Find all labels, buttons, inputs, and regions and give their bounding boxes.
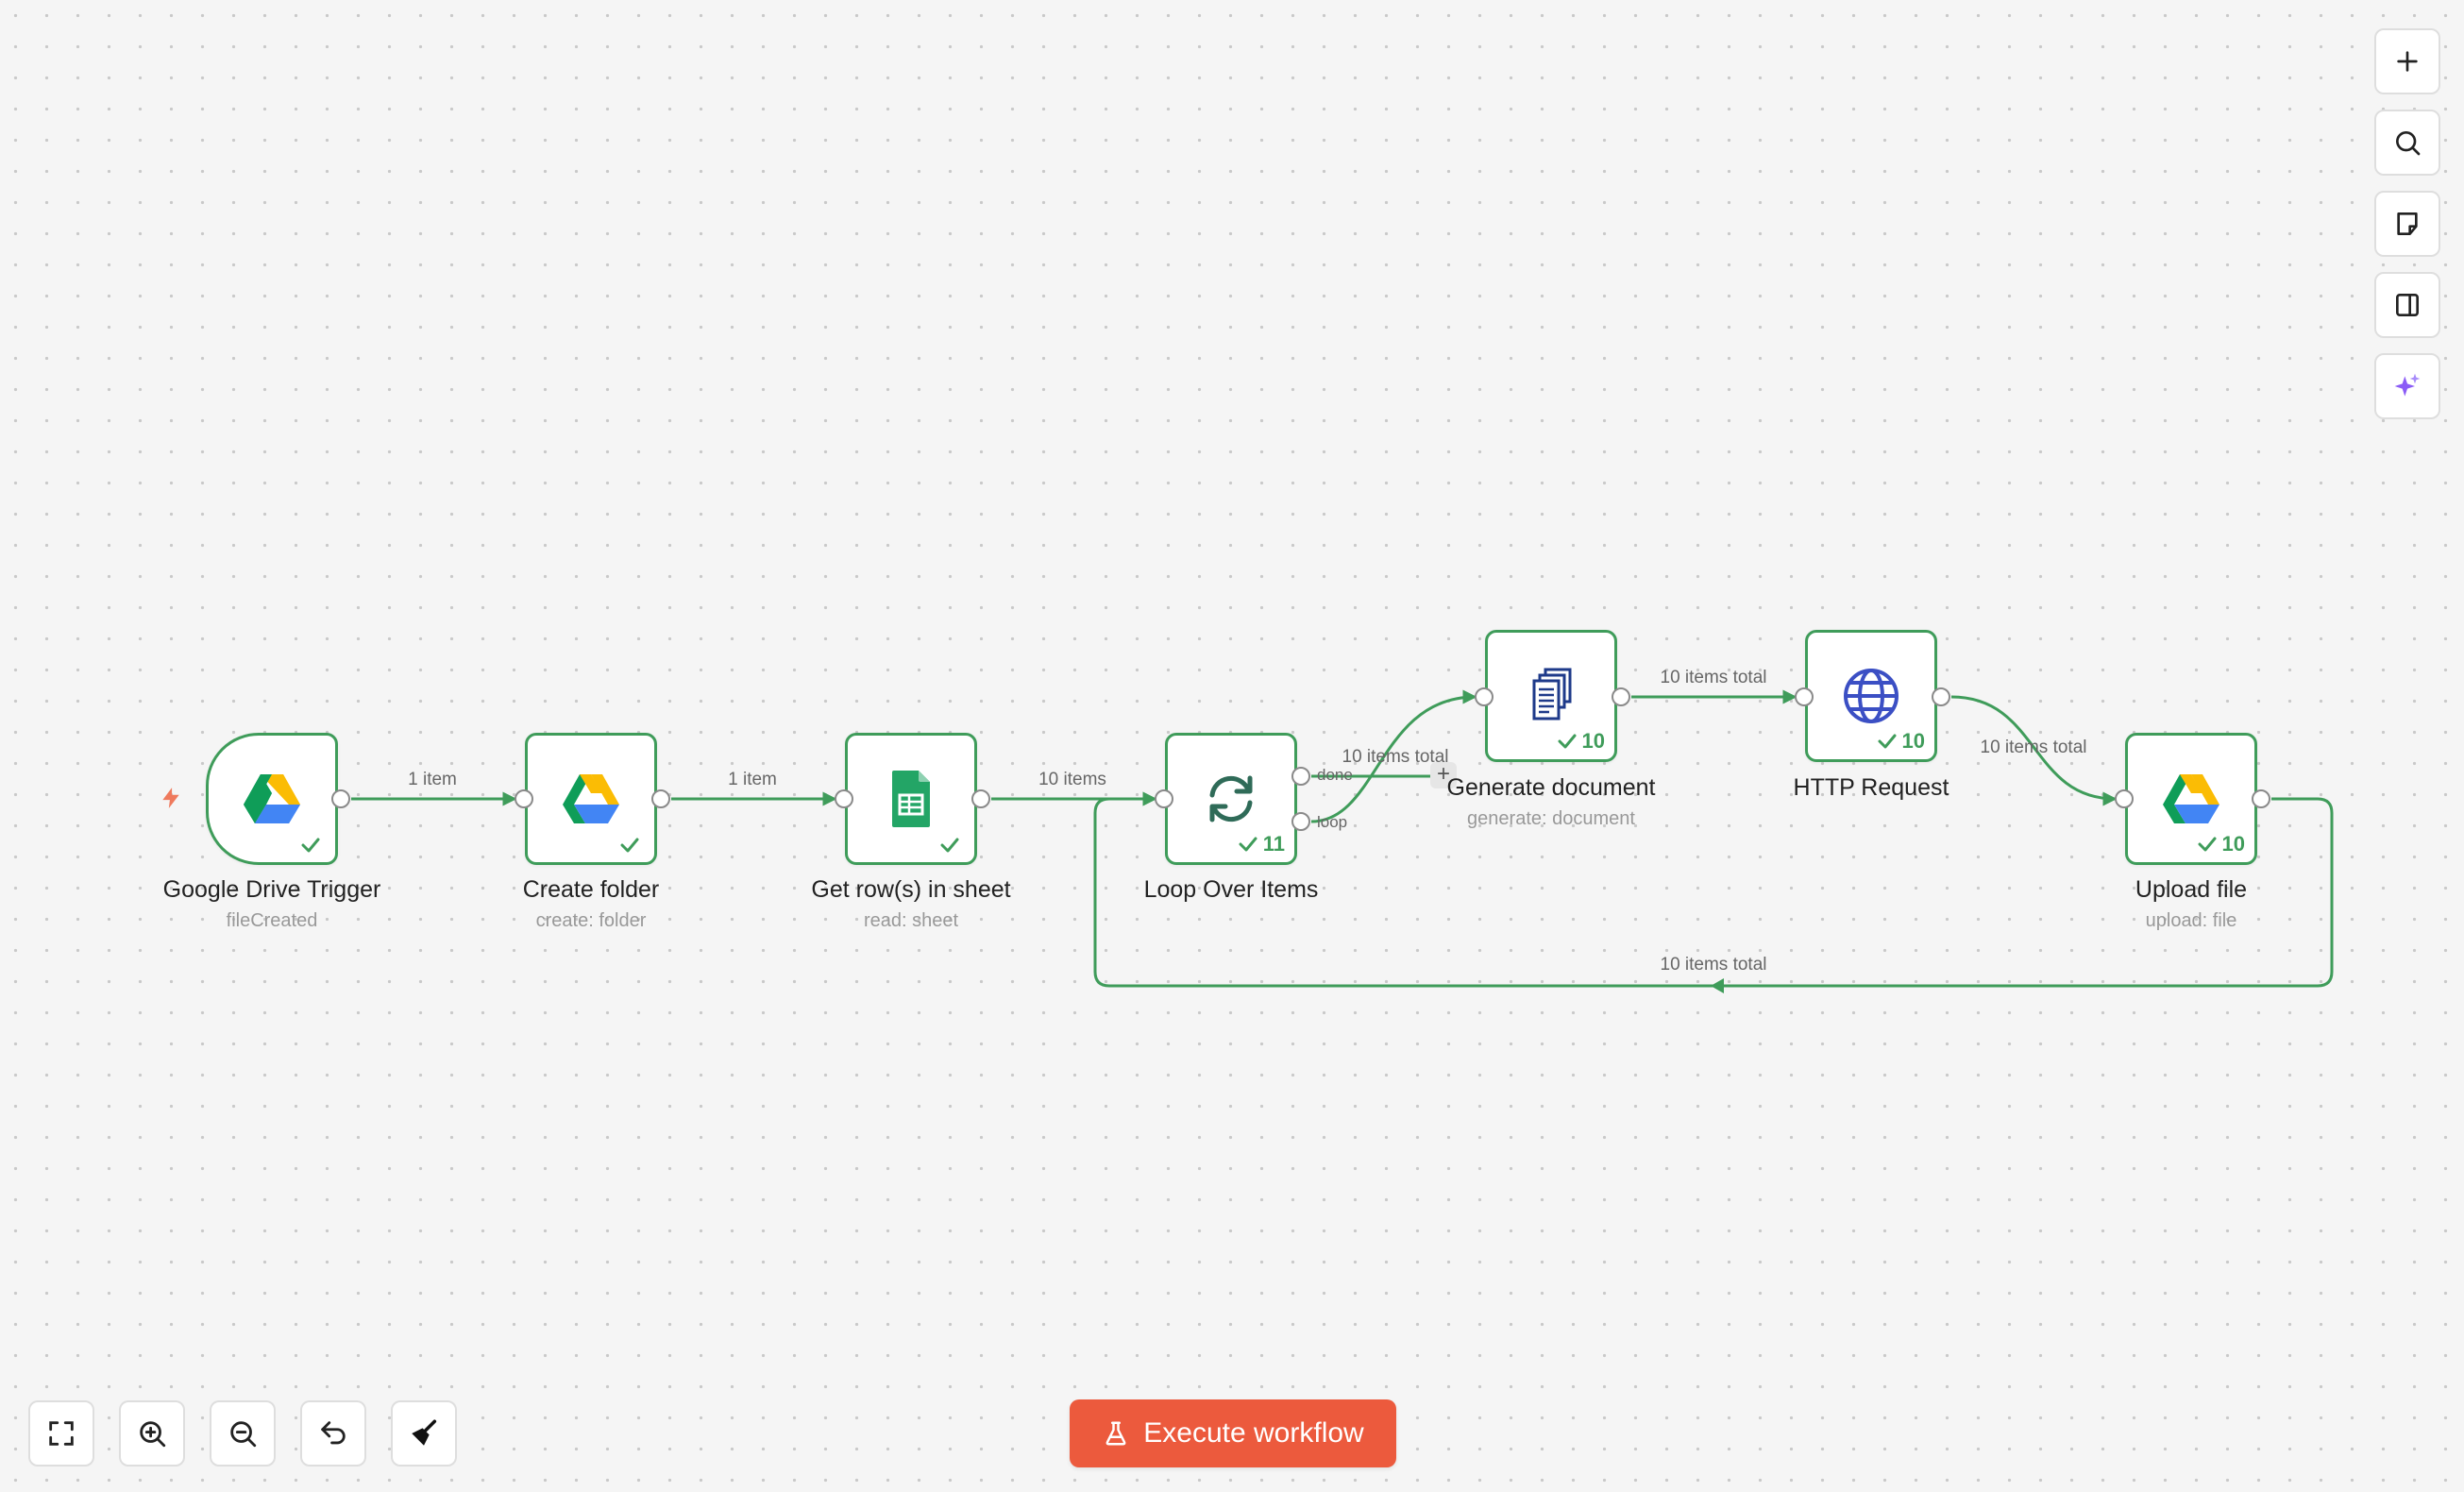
zoom-in-icon [140,1421,166,1448]
tidy-up-button[interactable] [391,1400,457,1467]
zoom-in-button[interactable] [119,1400,185,1467]
workflow-canvas[interactable]: Google Drive Trigger fileCreated Create … [0,0,2464,1492]
edge-label: 1 item [728,770,777,789]
input-handle[interactable] [1155,789,1173,808]
google-drive-icon [561,769,621,829]
node-subtitle: read: sheet [863,910,959,931]
check-icon [620,838,639,853]
node-upload-file[interactable]: 10 [2125,733,2257,865]
undo-button[interactable] [300,1400,366,1467]
right-toolbar [2374,28,2440,419]
node-status [938,834,965,856]
node-status [618,834,645,856]
check-icon [1239,837,1257,852]
node-run-count: 10 [2221,832,2245,856]
flask-icon [1105,1421,1126,1446]
search-icon [2396,131,2421,156]
fit-view-button[interactable] [28,1400,94,1467]
node-run-count: 10 [1901,729,1925,753]
node-subtitle: upload: file [2145,910,2237,931]
input-handle[interactable] [2115,789,2134,808]
globe-icon [1841,666,1901,726]
sticky-note-icon [2397,212,2418,235]
node-get-rows-in-sheet[interactable] [845,733,977,865]
canvas-controls [28,1400,457,1467]
output-handle[interactable] [1612,687,1630,706]
zoom-out-icon [230,1421,257,1448]
node-status: 10 [1556,729,1605,754]
loop-output-handle[interactable] [1291,812,1310,831]
node-status: 10 [1876,729,1925,754]
node-generate-document[interactable]: 10 [1485,630,1617,762]
node-title: Upload file [2135,876,2248,903]
input-handle[interactable] [515,789,533,808]
add-node-button[interactable] [2374,28,2440,94]
google-sheets-icon [881,769,941,829]
node-google-drive-trigger[interactable] [206,733,338,865]
output-handle[interactable] [2252,789,2270,808]
loop-port-label: loop [1317,813,1348,831]
panel-icon [2396,294,2419,316]
done-output-handle[interactable] [1291,767,1310,786]
edge-label: 10 items [1038,770,1106,789]
output-handle[interactable] [1932,687,1950,706]
execute-workflow-button[interactable]: Execute workflow [1070,1399,1396,1467]
ai-assistant-button[interactable] [2374,353,2440,419]
fit-view-icon [49,1421,74,1446]
output-handle[interactable] [331,789,350,808]
node-status [299,834,326,856]
zoom-out-button[interactable] [210,1400,276,1467]
loop-icon [1201,769,1261,829]
node-create-folder[interactable] [525,733,657,865]
node-status: 10 [2196,832,2245,856]
check-icon [2198,837,2217,852]
edge-back-arrow [1711,978,1724,993]
google-drive-icon [2161,769,2221,829]
node-run-count: 10 [1581,729,1605,753]
node-http-request[interactable]: 10 [1805,630,1937,762]
check-icon [1558,734,1577,749]
toggle-panel-button[interactable] [2374,272,2440,338]
node-loop-over-items[interactable]: 11 [1165,733,1297,865]
input-handle[interactable] [1795,687,1814,706]
node-subtitle: generate: document [1467,808,1635,829]
undo-icon [321,1421,346,1445]
edge-label: 10 items total [1660,668,1767,687]
output-handle[interactable] [971,789,990,808]
sparkle-icon [2394,373,2421,397]
sticky-note-button[interactable] [2374,191,2440,257]
trigger-bolt-icon [162,788,179,808]
search-button[interactable] [2374,110,2440,176]
edge-label: 10 items total [1980,738,2087,757]
edge-label: 1 item [408,770,457,789]
broom-icon [412,1419,437,1446]
node-title: Loop Over Items [1143,876,1319,903]
edge-label: 10 items total [1342,747,1449,767]
check-icon [940,838,959,853]
input-handle[interactable] [1475,687,1494,706]
execute-workflow-label: Execute workflow [1143,1417,1364,1449]
done-port-label: done [1317,766,1353,784]
check-icon [1878,734,1897,749]
output-handle[interactable] [651,789,670,808]
node-run-count: 11 [1262,832,1285,856]
edge-label: 10 items total [1660,955,1767,975]
node-status: 11 [1237,832,1285,856]
google-drive-icon [242,769,302,829]
documents-icon [1521,666,1581,726]
input-handle[interactable] [835,789,853,808]
plus-icon [2397,51,2418,72]
node-title: HTTP Request [1793,774,1949,801]
check-icon [301,838,320,853]
